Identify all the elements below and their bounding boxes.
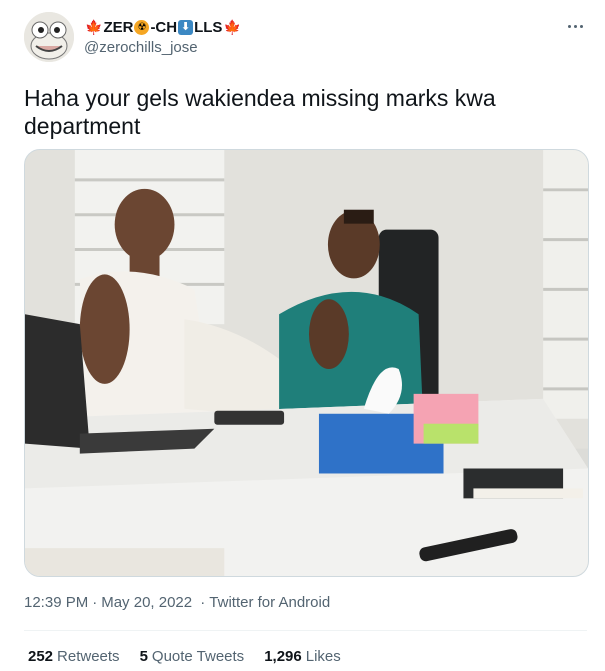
frog-avatar-icon: [24, 12, 74, 62]
divider: [24, 630, 587, 631]
tweet-date: May 20, 2022: [101, 594, 193, 611]
photo-office-scene: [25, 150, 588, 576]
author-display-name[interactable]: 🍁 ZER ☢ -CH ⬇ LLS 🍁: [84, 16, 242, 38]
engagement-stats: 252 Retweets 5 Quote Tweets 1,296 Likes: [28, 648, 361, 665]
likes-count: 1,296: [264, 648, 302, 665]
maple-leaf-icon: 🍁: [85, 18, 103, 35]
radioactive-icon: ☢: [134, 19, 150, 35]
tweet-text: Haha your gels wakiendea missing marks k…: [24, 85, 496, 139]
display-name-part: ZER: [103, 18, 134, 36]
more-dot: [573, 24, 577, 28]
retweets-label: Retweets: [57, 648, 120, 665]
down-arrow-icon: ⬇: [178, 19, 194, 35]
likes-label: Likes: [305, 648, 341, 665]
quotes-label: Quote Tweets: [151, 648, 245, 665]
tweet-time: 12:39 PM: [24, 594, 89, 611]
tweet-photo[interactable]: [24, 149, 589, 577]
likes-stat[interactable]: 1,296 Likes: [264, 648, 341, 665]
retweets-count: 252: [28, 648, 54, 665]
tweet-card: 🍁 ZER ☢ -CH ⬇ LLS 🍁 @zerochills_jose Hah…: [0, 0, 605, 671]
tweet-source-link[interactable]: Twitter for Android: [209, 594, 330, 611]
retweets-stat[interactable]: 252 Retweets: [28, 648, 120, 665]
more-dot: [579, 24, 583, 28]
maple-leaf-icon: 🍁: [223, 18, 241, 35]
display-name-part: -CH: [150, 18, 178, 36]
tweet-timestamp-link[interactable]: 12:39 PM · May 20, 2022: [24, 594, 196, 611]
author-avatar[interactable]: [24, 12, 74, 62]
author-handle[interactable]: @zerochills_jose: [84, 39, 198, 56]
tweet-meta: 12:39 PM · May 20, 2022 · Twitter for Andro…: [24, 594, 331, 611]
display-name-part: LLS: [194, 18, 223, 36]
quote-tweets-stat[interactable]: 5 Quote Tweets: [140, 648, 245, 665]
more-dot: [567, 24, 571, 28]
more-options-button[interactable]: [563, 14, 587, 38]
quotes-count: 5: [139, 648, 148, 665]
